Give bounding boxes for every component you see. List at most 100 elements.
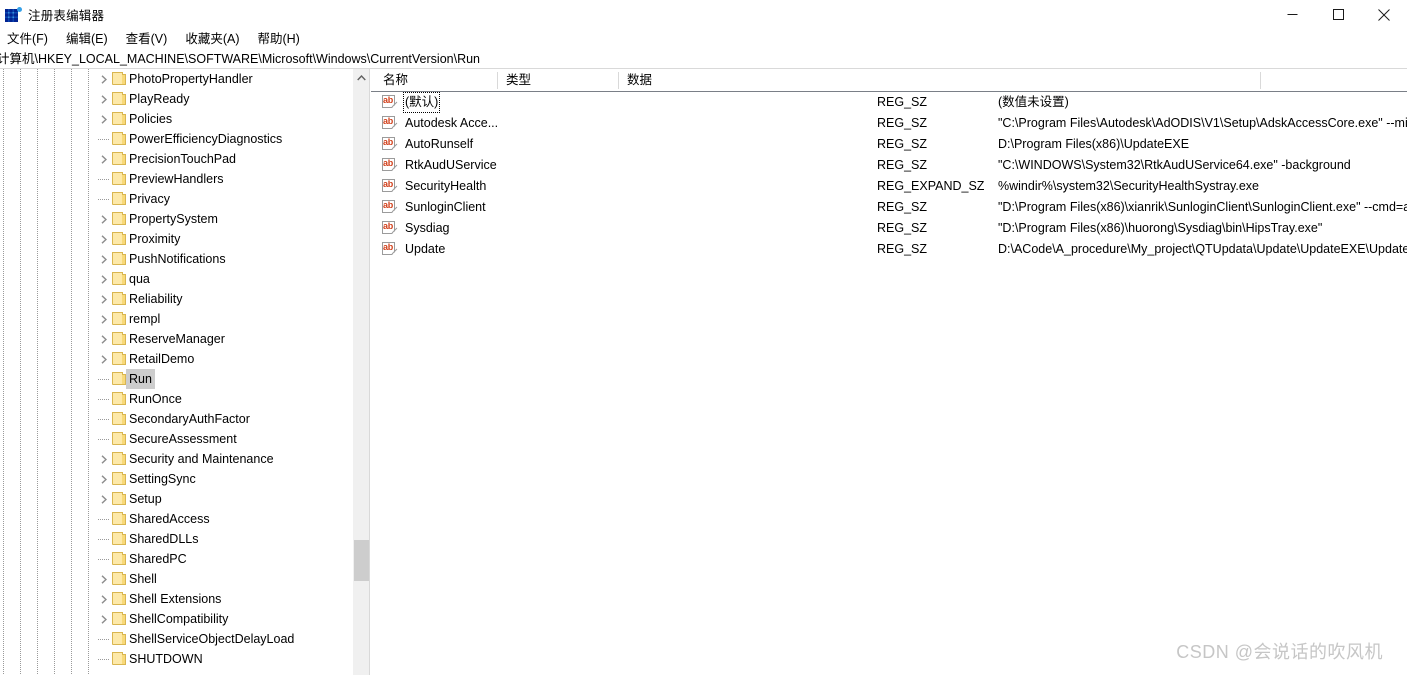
tree-item-previewhandlers[interactable]: PreviewHandlers bbox=[0, 169, 352, 189]
string-value-icon: ab bbox=[382, 137, 396, 151]
tree-item-shell-extensions[interactable]: Shell Extensions bbox=[0, 589, 352, 609]
tree-item-runonce[interactable]: RunOnce bbox=[0, 389, 352, 409]
tree-connector bbox=[98, 539, 109, 540]
chevron-right-icon[interactable] bbox=[96, 349, 112, 369]
value-row[interactable]: ab Update REG_SZ D:\ACode\A_procedure\My_pr… bbox=[371, 239, 1407, 260]
tree-connector bbox=[98, 199, 109, 200]
tree-item-playready[interactable]: PlayReady bbox=[0, 89, 352, 109]
tree-item-rempl[interactable]: rempl bbox=[0, 309, 352, 329]
scroll-up-button[interactable] bbox=[353, 69, 370, 86]
tree-item-setup[interactable]: Setup bbox=[0, 489, 352, 509]
menu-item-4[interactable]: 帮助(H) bbox=[248, 30, 308, 50]
menu-item-2[interactable]: 查看(V) bbox=[117, 30, 177, 50]
pane-divider[interactable] bbox=[369, 69, 370, 675]
tree-item-propertysystem[interactable]: PropertySystem bbox=[0, 209, 352, 229]
value-row[interactable]: ab AutoRunself REG_SZ D:\Program Files(x86)… bbox=[371, 134, 1407, 155]
tree-row-list: PhotoPropertyHandler PlayReady Policies Pow… bbox=[0, 69, 352, 669]
tree-item-powerefficiencydiagnostics[interactable]: PowerEfficiencyDiagnostics bbox=[0, 129, 352, 149]
tree-item-proximity[interactable]: Proximity bbox=[0, 229, 352, 249]
chevron-right-icon[interactable] bbox=[96, 609, 112, 629]
tree-item-run[interactable]: Run bbox=[0, 369, 352, 389]
tree-item-settingsync[interactable]: SettingSync bbox=[0, 469, 352, 489]
tree-item-shutdown[interactable]: SHUTDOWN bbox=[0, 649, 352, 669]
maximize-button[interactable] bbox=[1315, 0, 1361, 29]
value-type: REG_SZ bbox=[877, 200, 928, 214]
value-type: REG_SZ bbox=[877, 158, 928, 172]
tree-item-secureassessment[interactable]: SecureAssessment bbox=[0, 429, 352, 449]
tree-connector bbox=[98, 659, 109, 660]
minimize-button[interactable] bbox=[1269, 0, 1315, 29]
value-type: REG_SZ bbox=[877, 95, 928, 109]
tree-item-shell[interactable]: Shell bbox=[0, 569, 352, 589]
chevron-right-icon[interactable] bbox=[96, 149, 112, 169]
tree-item-precisiontouchpad[interactable]: PrecisionTouchPad bbox=[0, 149, 352, 169]
value-name: AutoRunself bbox=[405, 137, 474, 151]
chevron-right-icon[interactable] bbox=[96, 289, 112, 309]
menu-item-0[interactable]: 文件(F) bbox=[0, 30, 57, 50]
value-row[interactable]: ab RtkAudUService REG_SZ "C:\WINDOWS\System… bbox=[371, 155, 1407, 176]
tree-item-reservemanager[interactable]: ReserveManager bbox=[0, 329, 352, 349]
tree-item-retaildemo[interactable]: RetailDemo bbox=[0, 349, 352, 369]
value-row[interactable]: ab Sysdiag REG_SZ "D:\Program Files(x86)\hu… bbox=[371, 218, 1407, 239]
tree-item-security-and-maintenance[interactable]: Security and Maintenance bbox=[0, 449, 352, 469]
column-header-type[interactable]: 类型 bbox=[499, 69, 531, 91]
close-icon bbox=[1378, 8, 1390, 21]
close-button[interactable] bbox=[1361, 0, 1407, 29]
value-row[interactable]: ab (默认) REG_SZ (数值未设置) bbox=[371, 92, 1407, 113]
tree-item-qua[interactable]: qua bbox=[0, 269, 352, 289]
registry-values-list[interactable]: 名称 类型 数据 ab (默认) REG_SZ (数值未设置) ab Autodesk Acc… bbox=[371, 69, 1407, 675]
tree-item-policies[interactable]: Policies bbox=[0, 109, 352, 129]
tree-item-label: PushNotifications bbox=[129, 252, 226, 266]
tree-item-sharedpc[interactable]: SharedPC bbox=[0, 549, 352, 569]
chevron-right-icon[interactable] bbox=[96, 269, 112, 289]
chevron-right-icon[interactable] bbox=[96, 469, 112, 489]
column-divider-2[interactable] bbox=[1260, 72, 1261, 89]
tree-scrollbar[interactable] bbox=[352, 69, 369, 675]
string-value-icon: ab bbox=[382, 200, 396, 214]
tree-item-shareddlls[interactable]: SharedDLLs bbox=[0, 529, 352, 549]
tree-item-label: RunOnce bbox=[129, 392, 182, 406]
tree-item-label: Policies bbox=[129, 112, 173, 126]
chevron-right-icon[interactable] bbox=[96, 589, 112, 609]
registry-tree[interactable]: PhotoPropertyHandler PlayReady Policies Pow… bbox=[0, 69, 370, 675]
tree-scrollbar-thumb[interactable] bbox=[354, 540, 369, 581]
value-data: "C:\Program Files\Autodesk\AdODIS\V1\Set… bbox=[998, 116, 1407, 130]
value-row[interactable]: ab SecurityHealth REG_EXPAND_SZ %windir%\sy… bbox=[371, 176, 1407, 197]
chevron-right-icon[interactable] bbox=[96, 229, 112, 249]
chevron-right-icon[interactable] bbox=[96, 309, 112, 329]
tree-item-label: SHUTDOWN bbox=[129, 652, 203, 666]
title-bar: 注册表编辑器 bbox=[0, 0, 1407, 29]
chevron-right-icon[interactable] bbox=[96, 329, 112, 349]
value-row[interactable]: ab Autodesk Acce... REG_SZ "C:\Program File… bbox=[371, 113, 1407, 134]
column-header-name[interactable]: 名称 bbox=[376, 69, 408, 91]
tree-item-label: Proximity bbox=[129, 232, 181, 246]
tree-item-privacy[interactable]: Privacy bbox=[0, 189, 352, 209]
tree-item-pushnotifications[interactable]: PushNotifications bbox=[0, 249, 352, 269]
value-row[interactable]: ab SunloginClient REG_SZ "D:\Program Files(… bbox=[371, 197, 1407, 218]
address-bar[interactable]: 计算机\HKEY_LOCAL_MACHINE\SOFTWARE\Microsof… bbox=[0, 50, 1407, 69]
string-value-icon: ab bbox=[382, 158, 396, 172]
tree-item-shellserviceobjectdelayload[interactable]: ShellServiceObjectDelayLoad bbox=[0, 629, 352, 649]
chevron-right-icon[interactable] bbox=[96, 569, 112, 589]
chevron-right-icon[interactable] bbox=[96, 489, 112, 509]
chevron-right-icon[interactable] bbox=[96, 89, 112, 109]
value-type: REG_SZ bbox=[877, 242, 928, 256]
chevron-right-icon[interactable] bbox=[96, 209, 112, 229]
chevron-right-icon[interactable] bbox=[96, 69, 112, 89]
menu-item-1[interactable]: 编辑(E) bbox=[57, 30, 117, 50]
menu-item-3[interactable]: 收藏夹(A) bbox=[176, 30, 248, 50]
string-value-icon: ab bbox=[382, 242, 396, 256]
chevron-right-icon[interactable] bbox=[96, 109, 112, 129]
column-divider-0[interactable] bbox=[497, 72, 498, 89]
tree-item-reliability[interactable]: Reliability bbox=[0, 289, 352, 309]
tree-item-sharedaccess[interactable]: SharedAccess bbox=[0, 509, 352, 529]
chevron-right-icon[interactable] bbox=[96, 249, 112, 269]
column-divider-1[interactable] bbox=[618, 72, 619, 89]
chevron-right-icon[interactable] bbox=[96, 449, 112, 469]
tree-item-secondaryauthfactor[interactable]: SecondaryAuthFactor bbox=[0, 409, 352, 429]
window-controls bbox=[1269, 0, 1407, 29]
tree-item-shellcompatibility[interactable]: ShellCompatibility bbox=[0, 609, 352, 629]
column-header-data[interactable]: 数据 bbox=[620, 69, 652, 91]
tree-item-photopropertyhandler[interactable]: PhotoPropertyHandler bbox=[0, 69, 352, 89]
tree-item-label: PowerEfficiencyDiagnostics bbox=[129, 132, 283, 146]
